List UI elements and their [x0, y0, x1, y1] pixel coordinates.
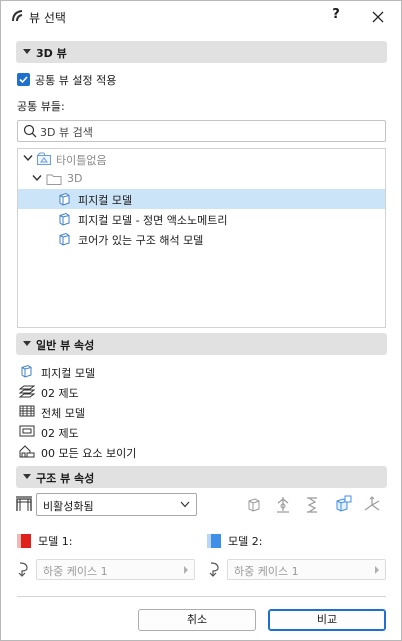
model1-label: 모델 1:: [38, 535, 73, 548]
chevron-down-icon: [180, 501, 190, 508]
collapse-triangle-icon: [23, 49, 31, 54]
section-3d-views[interactable]: 3D 뷰: [16, 41, 387, 63]
tree-root-row[interactable]: 타이틀없음: [18, 149, 385, 169]
structural-mode-select[interactable]: 비활성화됨: [36, 493, 197, 516]
model2-color-swatch[interactable]: [207, 534, 221, 548]
general-prop-label: 02 제도: [41, 427, 79, 440]
window-title: 뷰 선택: [29, 11, 66, 25]
load-case-icon: [209, 562, 219, 577]
views-tree: 타이틀없음 3D 피지컬 모델 피지컬 모델 - 정면 액소노메트리 코어가 있…: [17, 148, 386, 328]
model1-loadcase-value: 하중 케이스 1: [43, 565, 108, 578]
collapse-triangle-icon: [23, 474, 31, 479]
load-case-icon: [18, 562, 28, 577]
tree-item-label: 피지컬 모델 - 정면 액소노메트리: [78, 214, 228, 227]
tree-folder-row[interactable]: 3D: [18, 169, 385, 189]
help-button[interactable]: ?: [327, 7, 345, 27]
compare-button[interactable]: 비교: [268, 609, 386, 631]
model2-loadcase-value: 하중 케이스 1: [234, 565, 299, 578]
support-tool-icon[interactable]: [272, 495, 294, 515]
model-icon: [21, 364, 32, 378]
footer-divider: [17, 596, 386, 597]
tree-item-label: 코어가 있는 구조 해석 모델: [78, 234, 204, 247]
apply-common-checkbox[interactable]: [17, 73, 30, 86]
search-field[interactable]: 3D 뷰 검색: [17, 120, 386, 142]
tree-folder-label: 3D: [67, 172, 83, 185]
section-3d-label: 3D 뷰: [36, 47, 67, 60]
model2-loadcase-select[interactable]: 하중 케이스 1: [227, 559, 386, 580]
section-general-props[interactable]: 일반 뷰 속성: [16, 333, 387, 355]
model1-loadcase-select[interactable]: 하중 케이스 1: [36, 559, 195, 580]
tree-item-row[interactable]: 피지컬 모델 - 정면 액소노메트리: [18, 209, 385, 229]
chevron-down-icon[interactable]: [32, 174, 42, 182]
graphic-override-icon: [19, 425, 35, 437]
general-prop-label: 피지컬 모델: [41, 367, 96, 380]
general-prop-label: 전체 모델: [41, 407, 85, 420]
tree-item-row[interactable]: 피지컬 모델: [18, 189, 385, 209]
chevron-right-icon: [184, 566, 188, 574]
load-arrows-tool-icon[interactable]: [361, 495, 383, 515]
analytical-model-tool-icon[interactable]: [331, 495, 353, 515]
cancel-button[interactable]: 취소: [138, 609, 256, 631]
app-icon: [12, 10, 23, 22]
general-prop-model-filter: 전체 모델: [17, 403, 377, 421]
checkmark-icon: [19, 76, 28, 84]
general-prop-label: 00 모든 요소 보이기: [41, 447, 137, 460]
section-general-label: 일반 뷰 속성: [36, 339, 95, 352]
general-prop-graphic-override: 02 제도: [17, 423, 377, 441]
collapse-triangle-icon: [23, 341, 31, 346]
view-select-dialog: 뷰 선택 ? 3D 뷰 공통 뷰 설정 적용 공통 뷰들: 3D 뷰 검색 타이…: [0, 0, 402, 641]
model-filter-icon: [19, 405, 35, 417]
model2-label: 모델 2:: [228, 535, 263, 548]
search-icon: [23, 124, 37, 138]
model1-color-swatch[interactable]: [17, 534, 31, 548]
tree-root-label: 타이틀없음: [56, 154, 107, 167]
general-prop-label: 02 제도: [41, 387, 79, 400]
general-prop-model: 피지컬 모델: [17, 363, 377, 381]
spring-tool-icon[interactable]: [301, 495, 323, 515]
cube-icon: [59, 192, 70, 206]
chevron-down-icon[interactable]: [23, 154, 33, 162]
section-structural-label: 구조 뷰 속성: [36, 472, 95, 485]
cube-view-tool-icon[interactable]: [243, 495, 265, 515]
chevron-right-icon: [375, 566, 379, 574]
renovation-icon: [19, 445, 35, 458]
section-structural-props[interactable]: 구조 뷰 속성: [16, 466, 387, 488]
tree-item-row[interactable]: 코어가 있는 구조 해석 모델: [18, 229, 385, 249]
structural-mode-value: 비활성화됨: [43, 500, 94, 513]
layer-icon: [19, 385, 35, 398]
project-icon: [37, 152, 51, 165]
title-bar: 뷰 선택 ?: [1, 1, 401, 33]
general-prop-layer: 02 제도: [17, 383, 377, 401]
apply-common-label: 공통 뷰 설정 적용: [35, 74, 117, 87]
common-views-label: 공통 뷰들:: [17, 100, 65, 113]
cube-icon: [59, 212, 70, 226]
close-button[interactable]: [367, 7, 389, 27]
general-prop-renovation: 00 모든 요소 보이기: [17, 443, 377, 461]
search-placeholder: 3D 뷰 검색: [40, 126, 93, 139]
tree-item-label: 피지컬 모델: [78, 194, 133, 207]
structural-frame-icon: [16, 496, 32, 511]
folder-icon: [46, 174, 62, 185]
cube-icon: [59, 232, 70, 246]
